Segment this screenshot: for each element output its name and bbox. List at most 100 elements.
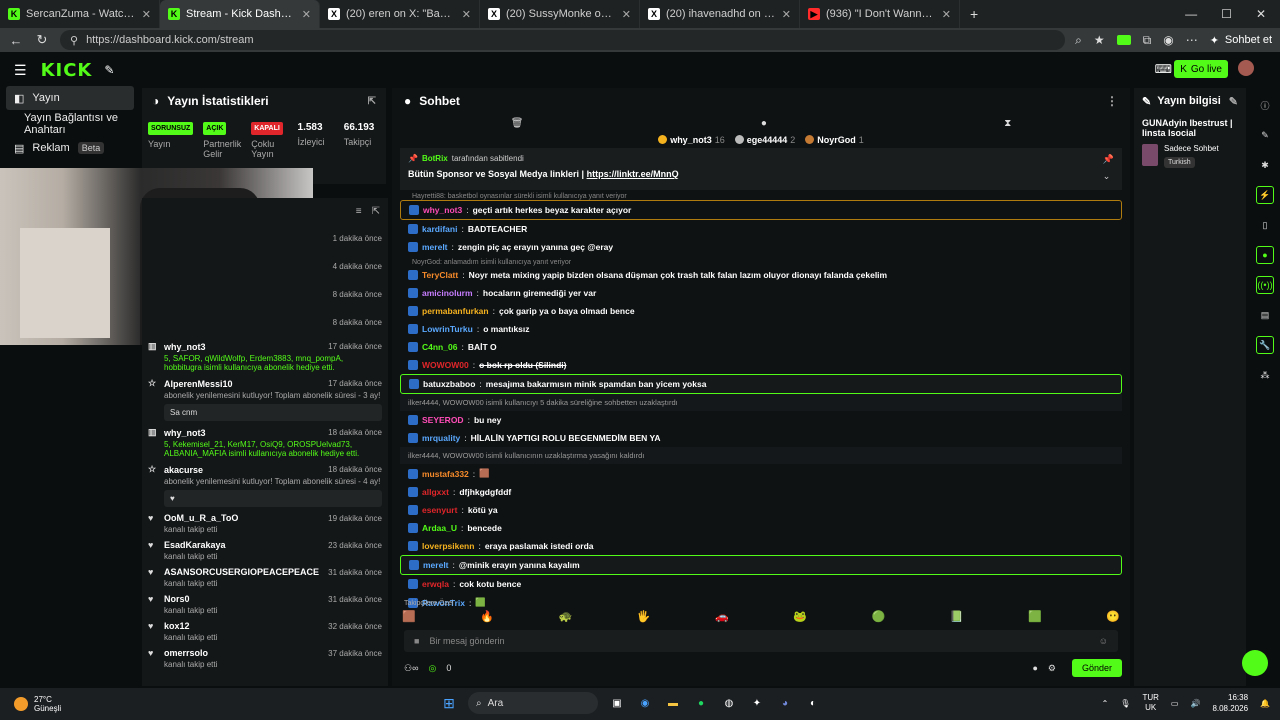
- tray-chevron-icon[interactable]: ⌃: [1102, 699, 1109, 708]
- activity-user[interactable]: OoM_u_R_a_ToO: [164, 513, 238, 523]
- broadcast-icon[interactable]: ((•)): [1256, 276, 1274, 294]
- tab-close-icon[interactable]: ✕: [462, 8, 471, 21]
- browser-tab[interactable]: X (20) eren on X: "Babası zengin diye... ✕: [320, 0, 480, 28]
- activity-user[interactable]: kox12: [164, 621, 190, 631]
- top-gifter[interactable]: why_not3 16: [658, 135, 725, 145]
- chat-message[interactable]: kardifani: BADTEACHER: [400, 220, 1122, 238]
- extension-icon[interactable]: [1116, 35, 1131, 45]
- phone-icon[interactable]: ▯: [1256, 216, 1274, 234]
- chat-username[interactable]: mrquality: [422, 433, 460, 443]
- bug-icon[interactable]: ✱: [1256, 156, 1274, 174]
- chat-username[interactable]: LowrinTurku: [422, 324, 473, 334]
- volume-icon[interactable]: 🔊: [1190, 699, 1200, 708]
- chat-message[interactable]: permabanfurkan: çok garip ya o baya olmad…: [400, 302, 1122, 320]
- activity-user[interactable]: EsadKarakaya: [164, 540, 226, 550]
- chat-username[interactable]: C4nn_06: [422, 342, 457, 352]
- emote[interactable]: 🖐: [637, 610, 651, 623]
- chat-username[interactable]: loverpsikenn: [422, 541, 474, 551]
- chat-username[interactable]: Ardaa_U: [422, 523, 457, 533]
- chat-username[interactable]: merelt: [422, 242, 448, 252]
- discord-icon[interactable]: ◕: [776, 694, 794, 712]
- chat-message[interactable]: merelt: zengin piç aç erayın yanına geç @…: [400, 238, 1122, 256]
- emote[interactable]: 🟢: [872, 610, 886, 623]
- chat-message[interactable]: WOWOW00: o bok rp oldu (Silindi): [400, 356, 1122, 374]
- language-indicator[interactable]: TUR UK: [1142, 693, 1158, 713]
- activity-user[interactable]: ASANSORCUSERGIOPEACEPEACE: [164, 567, 319, 577]
- top-gifter[interactable]: NoyrGod 1: [805, 135, 864, 145]
- hourglass-icon[interactable]: ⧗: [1004, 118, 1011, 129]
- emote[interactable]: 📗: [950, 610, 964, 623]
- weather-widget[interactable]: 27°C Güneşli: [0, 695, 61, 713]
- edit-icon[interactable]: ✎: [1229, 95, 1238, 108]
- bookmark-star-icon[interactable]: ★: [1094, 33, 1105, 47]
- tab-close-icon[interactable]: ✕: [142, 8, 151, 21]
- chat-message[interactable]: mrquality: HİLALİN YAPTIGI ROLU BEGENMEDİ…: [400, 429, 1122, 447]
- clock[interactable]: 16:38 8.08.2026: [1212, 692, 1248, 714]
- send-button[interactable]: Gönder: [1071, 659, 1122, 677]
- chat-username[interactable]: allgxxt: [422, 487, 449, 497]
- emote[interactable]: 🔥: [480, 610, 494, 623]
- activity-user[interactable]: AlperenMessi10: [164, 379, 233, 389]
- tab-close-icon[interactable]: ✕: [622, 8, 631, 21]
- popout-icon[interactable]: ⇱: [372, 206, 380, 218]
- info-icon[interactable]: ⓘ: [1256, 96, 1274, 114]
- mic-icon[interactable]: 🎙: [1120, 699, 1130, 708]
- chat-message[interactable]: LowrinTurku: o mantıksız: [400, 320, 1122, 338]
- popout-icon[interactable]: ⇱: [368, 96, 376, 107]
- edit-icon[interactable]: ✎: [1256, 126, 1274, 144]
- settings-gear-icon[interactable]: ⚙: [1048, 663, 1056, 674]
- app-icon[interactable]: ✦: [748, 694, 766, 712]
- browser-tab[interactable]: X (20) SussyMonke on X: "Miniğin K... ✕: [480, 0, 640, 28]
- chat-username[interactable]: permabanfurkan: [422, 306, 489, 316]
- chat-message[interactable]: SEYEROD: bu ney: [400, 411, 1122, 429]
- reload-icon[interactable]: ↻: [34, 32, 50, 48]
- browser-tab[interactable]: X (20) ihavenadhd on X: "Şehmus &... ✕: [640, 0, 800, 28]
- sidebar-item-stream-key[interactable]: Yayın Bağlantısı ve Anahtarı: [0, 112, 140, 136]
- browser-tab[interactable]: K Stream - Kick Dashboard ✕: [160, 0, 320, 28]
- chat-message[interactable]: batuxzbaboo: mesajıma bakarmısın minik sp…: [400, 374, 1122, 394]
- kick-logo[interactable]: KICK: [41, 60, 93, 81]
- chat-username[interactable]: amicinolurm: [422, 288, 473, 298]
- browser-tab[interactable]: K SercanZuma - Watch clips on Kick ✕: [0, 0, 160, 28]
- chat-message[interactable]: mustafa332: 🟫: [400, 464, 1122, 483]
- chat-message[interactable]: erwqla: cok kotu bence: [400, 575, 1122, 593]
- browser-chat-button[interactable]: ✦ Sohbet et: [1210, 34, 1272, 47]
- minimize-icon[interactable]: —: [1185, 7, 1197, 21]
- sidebar-item-ads[interactable]: ▤ Reklam Beta: [0, 136, 140, 160]
- chevron-down-icon[interactable]: ⌄: [1103, 171, 1114, 182]
- emote[interactable]: 🐢: [559, 610, 573, 623]
- filter-icon[interactable]: ≡: [356, 206, 362, 218]
- chat-message[interactable]: TeryClatt: Noyr meta mixing yapip bizden …: [400, 266, 1122, 284]
- top-gifter[interactable]: ege44444 2: [734, 135, 795, 145]
- chat-username[interactable]: esenyurt: [422, 505, 457, 515]
- chat-input[interactable]: ■ Bir mesaj gönderin ☺: [404, 630, 1118, 652]
- chat-username[interactable]: why_not3: [423, 205, 462, 215]
- edge-icon[interactable]: ◉: [636, 694, 654, 712]
- chat-username[interactable]: TeryClatt: [422, 270, 458, 280]
- trash-icon[interactable]: 🗑: [511, 118, 524, 129]
- chat-username[interactable]: erwqla: [422, 579, 449, 589]
- extensions-puzzle-icon[interactable]: ⧉: [1143, 33, 1152, 48]
- emoji-icon[interactable]: ☺: [1099, 636, 1108, 646]
- activity-user[interactable]: why_not3: [164, 342, 206, 352]
- users-icon[interactable]: ⚇∞: [404, 663, 418, 674]
- new-tab-icon[interactable]: +: [960, 6, 988, 22]
- chat-username[interactable]: kardifani: [422, 224, 457, 234]
- sidebar-item-stream[interactable]: ◧ Yayın: [6, 86, 134, 110]
- back-icon[interactable]: ←: [8, 33, 24, 48]
- obs-icon[interactable]: ◍: [720, 694, 738, 712]
- chat-username[interactable]: WOWOW00: [422, 360, 469, 370]
- maximize-icon[interactable]: ☐: [1221, 7, 1232, 21]
- chat-message[interactable]: Ardaa_U: bencede: [400, 519, 1122, 537]
- activity-user[interactable]: Nors0: [164, 594, 190, 604]
- activity-user[interactable]: akacurse: [164, 465, 203, 475]
- steam-icon[interactable]: ◐: [804, 694, 822, 712]
- network-icon[interactable]: ▭: [1171, 699, 1179, 708]
- floating-action-button[interactable]: [1242, 650, 1268, 676]
- go-live-button[interactable]: K Go live: [1174, 60, 1228, 78]
- chat-message[interactable]: allgxxt: dfjhkgdgfddf: [400, 483, 1122, 501]
- pinned-message[interactable]: 📌 BotRix tarafından sabitlendi Bütün Spo…: [400, 148, 1122, 190]
- tab-close-icon[interactable]: ✕: [302, 8, 311, 21]
- chat-icon[interactable]: ●: [1256, 246, 1274, 264]
- tools-pin-icon[interactable]: ✎: [104, 63, 114, 77]
